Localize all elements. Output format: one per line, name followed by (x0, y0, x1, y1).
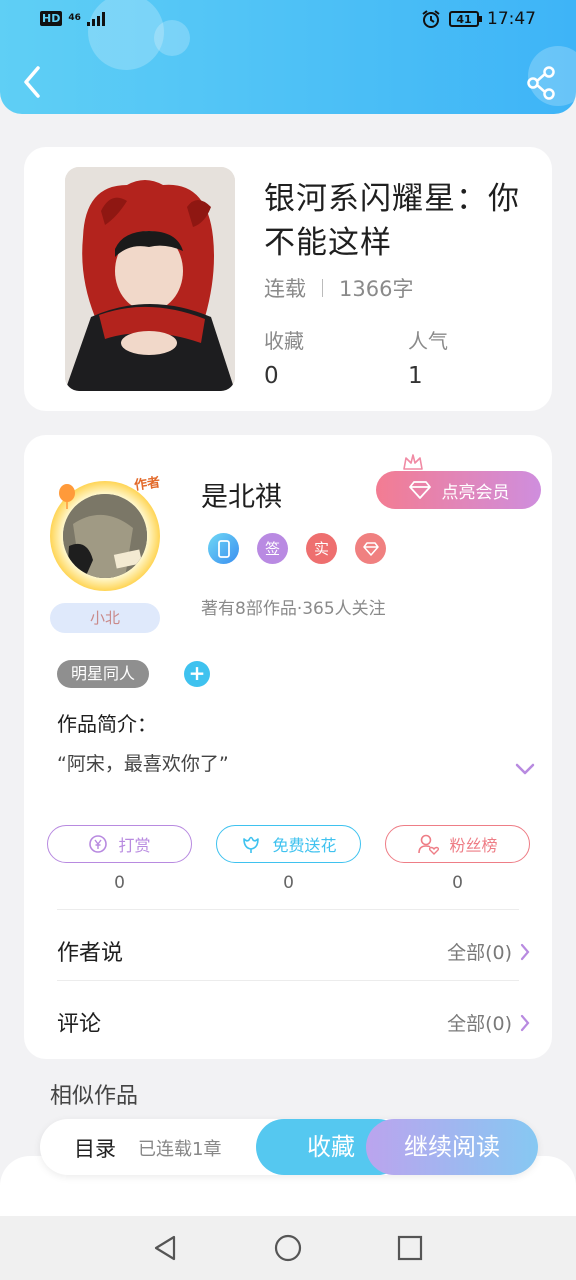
fan-count: 0 (452, 873, 463, 893)
book-meta: 连载 1366字 (264, 273, 413, 303)
book-status: 连载 (264, 277, 306, 301)
battery-icon: 41 (449, 11, 482, 27)
back-icon[interactable] (18, 64, 48, 100)
nav-home-icon[interactable] (273, 1233, 303, 1263)
favorites-label: 收藏 (264, 329, 304, 353)
network-type: 46 (68, 13, 81, 23)
tip-label: 打赏 (118, 836, 151, 855)
activate-vip-button[interactable]: 点亮会员 (376, 471, 541, 509)
send-flower-button[interactable]: 免费送花 (216, 825, 361, 863)
word-count: 1366字 (339, 277, 414, 301)
tip-count: 0 (114, 873, 125, 893)
send-flower-label: 免费送花 (272, 836, 337, 855)
author-nickname: 小北 (50, 603, 160, 633)
author-tag: 作者 (133, 475, 162, 494)
phone-badge-icon[interactable] (208, 533, 239, 564)
comments-count: 全部(0) (447, 1013, 512, 1035)
signal-icon (86, 11, 105, 26)
nav-back-icon[interactable] (150, 1233, 180, 1263)
divider (57, 980, 519, 981)
author-card: 作者 小北 是北祺 点亮会员 签 实 著有8部作品·365人关注 明星同人 + … (24, 435, 552, 1059)
tip-button[interactable]: 打赏 (47, 825, 192, 863)
vip-button-label: 点亮会员 (441, 482, 510, 503)
chevron-right-icon (520, 943, 530, 960)
add-tag-button[interactable]: + (184, 661, 210, 687)
diamond-badge-icon[interactable] (355, 533, 386, 564)
fan-ranking-label: 粉丝榜 (449, 836, 498, 855)
flower-icon (243, 836, 260, 853)
system-navigation-bar (0, 1216, 576, 1280)
intro-title: 作品简介： (57, 712, 157, 736)
author-name[interactable]: 是北祺 (201, 475, 282, 514)
signed-badge[interactable]: 签 (257, 533, 288, 564)
popularity-count: 1 (408, 363, 423, 389)
battery-level: 41 (456, 12, 472, 26)
genre-tag[interactable]: 明星同人 (57, 660, 150, 688)
status-bar: HD 46 41 17:47 (0, 0, 576, 40)
author-badges: 签 实 (208, 533, 386, 564)
chapter-status: 已连载1章 (138, 1139, 222, 1160)
author-avatar[interactable]: 作者 (46, 473, 166, 603)
intro-text: “阿宋，最喜欢你了” (57, 753, 229, 775)
continue-reading-button[interactable]: 继续阅读 (366, 1119, 538, 1175)
author-says-label: 作者说 (57, 941, 124, 966)
flower-count: 0 (283, 873, 294, 893)
user-heart-icon (418, 834, 440, 855)
author-says-count: 全部(0) (447, 942, 512, 964)
balloon-icon (59, 484, 75, 509)
cover-illustration (65, 167, 235, 391)
meta-divider (322, 279, 323, 297)
nav-recents-icon[interactable] (395, 1233, 425, 1263)
similar-works-title: 相似作品 (50, 1084, 139, 1109)
book-cover[interactable] (65, 167, 235, 391)
share-icon[interactable] (526, 66, 556, 100)
chevron-right-icon (520, 1014, 530, 1031)
clock: 17:47 (487, 9, 536, 29)
favorites-count: 0 (264, 363, 279, 389)
crown-icon (403, 454, 423, 470)
yuan-coin-icon (89, 835, 108, 853)
diamond-icon (408, 481, 431, 499)
comments-label: 评论 (57, 1012, 102, 1037)
author-stats: 著有8部作品·365人关注 (201, 599, 386, 619)
chevron-down-icon[interactable] (514, 761, 536, 777)
book-title: 银河系闪耀星：你不能这样 (264, 181, 520, 261)
author-says-link[interactable]: 全部(0) (447, 938, 530, 965)
header: HD 46 41 17:47 (0, 0, 576, 114)
toc-button[interactable]: 目录 (74, 1133, 116, 1163)
book-info-card: 银河系闪耀星：你不能这样 连载 1366字 收藏 0 人气 1 (24, 147, 552, 411)
verified-badge[interactable]: 实 (306, 533, 337, 564)
bottom-action-bar: 目录 已连载1章 收藏 继续阅读 (40, 1119, 538, 1175)
fan-ranking-button[interactable]: 粉丝榜 (385, 825, 530, 863)
popularity-label: 人气 (408, 329, 448, 353)
comments-link[interactable]: 全部(0) (447, 1009, 530, 1036)
hd-icon: HD (40, 11, 63, 26)
divider (57, 909, 519, 910)
alarm-icon (422, 10, 440, 28)
